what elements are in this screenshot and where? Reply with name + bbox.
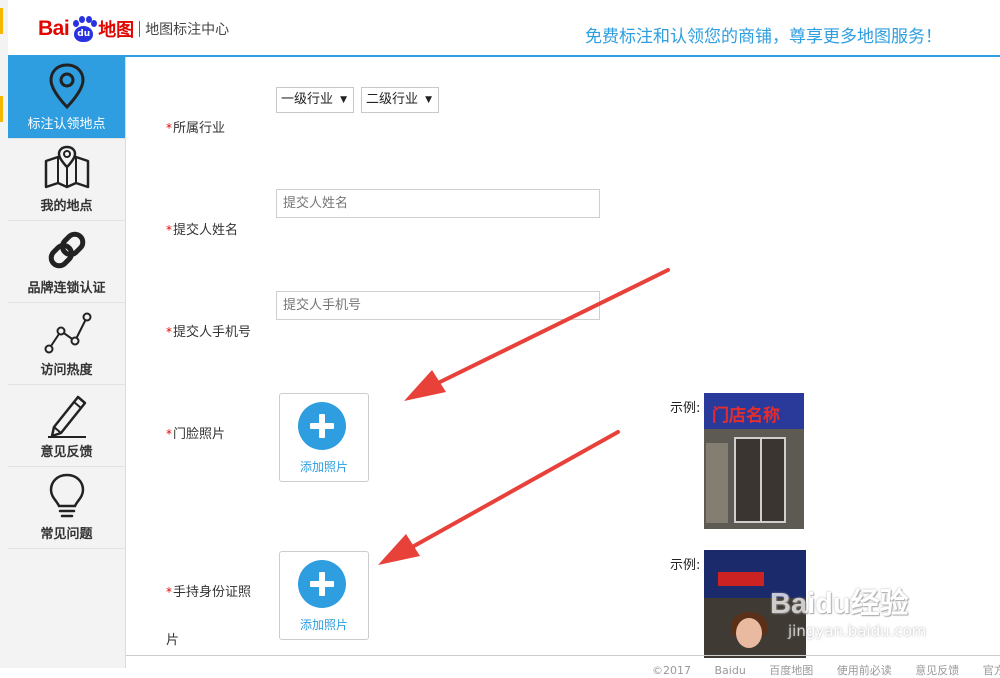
required-mark: * <box>166 121 172 135</box>
required-mark: * <box>166 427 172 441</box>
watermark-sub-text: jingyan.baidu.com <box>788 622 927 640</box>
add-photo-label: 添加照片 <box>299 460 348 474</box>
id-photo-label: *手持身份证照 <box>166 585 252 600</box>
industry-level1-select[interactable]: 一级行业 ▼ <box>276 87 354 113</box>
industry-label: *所属行业 <box>166 121 226 136</box>
sidebar-item-faq[interactable]: 常见问题 <box>8 467 125 549</box>
id-photo-label-line2: 片 <box>166 633 180 648</box>
storefront-example-image: 门店名称 <box>704 393 804 529</box>
folded-map-icon <box>44 145 90 189</box>
baidu-map-logo[interactable]: Bai du 地图 地图标注中心 <box>38 14 229 44</box>
page-footer: ©2017 Baidu 百度地图 使用前必读 意见反馈 官方服务 <box>126 655 1000 677</box>
submitter-phone-label: *提交人手机号 <box>166 325 252 340</box>
page-header: Bai du 地图 地图标注中心 免费标注和认领您的商铺，尊享更多地图服务！ <box>8 0 1000 57</box>
industry-level1-value: 一级行业 <box>281 92 334 107</box>
line-trend-icon <box>44 312 92 354</box>
sidebar-nav: 标注认领地点 我的地点 品牌连锁认证 访问热度 意见反馈 常见问题 <box>8 57 126 668</box>
storefront-photo-label: *门脸照片 <box>166 427 226 442</box>
lightbulb-icon <box>49 473 85 518</box>
bookmark-marker <box>0 8 3 34</box>
submitter-phone-input[interactable] <box>276 291 600 320</box>
sidebar-item-mark-claim[interactable]: 标注认领地点 <box>8 57 125 139</box>
caret-down-icon: ▼ <box>425 95 432 105</box>
caret-down-icon: ▼ <box>340 95 347 105</box>
footer-links[interactable]: ©2017 Baidu 百度地图 使用前必读 意见反馈 官方服务 <box>652 662 1000 678</box>
logo-du-text: du <box>77 28 91 39</box>
pencil-icon <box>48 395 87 438</box>
bookmark-marker <box>0 96 3 122</box>
watermark-main-text: Baidu经验 <box>770 588 909 620</box>
id-example-label: 示例: <box>670 558 701 573</box>
browser-edge-strip <box>0 0 8 668</box>
sidebar-item-label: 访问热度 <box>40 363 93 378</box>
chain-link-icon <box>48 231 86 269</box>
id-add-photo-button[interactable]: 添加照片 <box>279 551 369 640</box>
required-mark: * <box>166 325 172 339</box>
sidebar-item-label: 标注认领地点 <box>27 117 106 132</box>
sidebar-item-label: 我的地点 <box>40 199 93 214</box>
required-mark: * <box>166 223 172 237</box>
add-photo-label: 添加照片 <box>299 618 348 632</box>
logo-bai-text: Bai <box>38 17 70 40</box>
logo-divider <box>139 21 141 37</box>
logo-map-text: 地图 <box>98 20 135 41</box>
example-sign-text: 门店名称 <box>712 406 780 426</box>
header-slogan: 免费标注和认领您的商铺，尊享更多地图服务！ <box>585 27 942 47</box>
storefront-add-photo-button[interactable]: 添加照片 <box>279 393 369 482</box>
map-pin-icon <box>49 63 85 110</box>
baidu-jingyan-watermark: Baidu经验 jingyan.baidu.com <box>748 560 968 650</box>
sidebar-item-label: 品牌连锁认证 <box>27 281 106 296</box>
sidebar-item-label: 意见反馈 <box>40 445 93 460</box>
storefront-example-label: 示例: <box>670 401 701 416</box>
industry-level2-select[interactable]: 二级行业 ▼ <box>361 87 439 113</box>
required-mark: * <box>166 585 172 599</box>
sidebar-item-brand-chain[interactable]: 品牌连锁认证 <box>8 221 125 303</box>
submitter-name-input[interactable] <box>276 189 600 218</box>
sidebar-item-feedback[interactable]: 意见反馈 <box>8 385 125 467</box>
baidu-paw-icon: du <box>70 15 98 43</box>
industry-level2-value: 二级行业 <box>366 92 419 107</box>
sidebar-item-label: 常见问题 <box>40 527 93 542</box>
header-subtitle: 地图标注中心 <box>145 22 230 38</box>
sidebar-item-my-places[interactable]: 我的地点 <box>8 139 125 221</box>
plus-icon <box>298 560 346 608</box>
plus-icon <box>298 402 346 450</box>
submitter-name-label: *提交人姓名 <box>166 223 239 238</box>
sidebar-item-visit-heat[interactable]: 访问热度 <box>8 303 125 385</box>
